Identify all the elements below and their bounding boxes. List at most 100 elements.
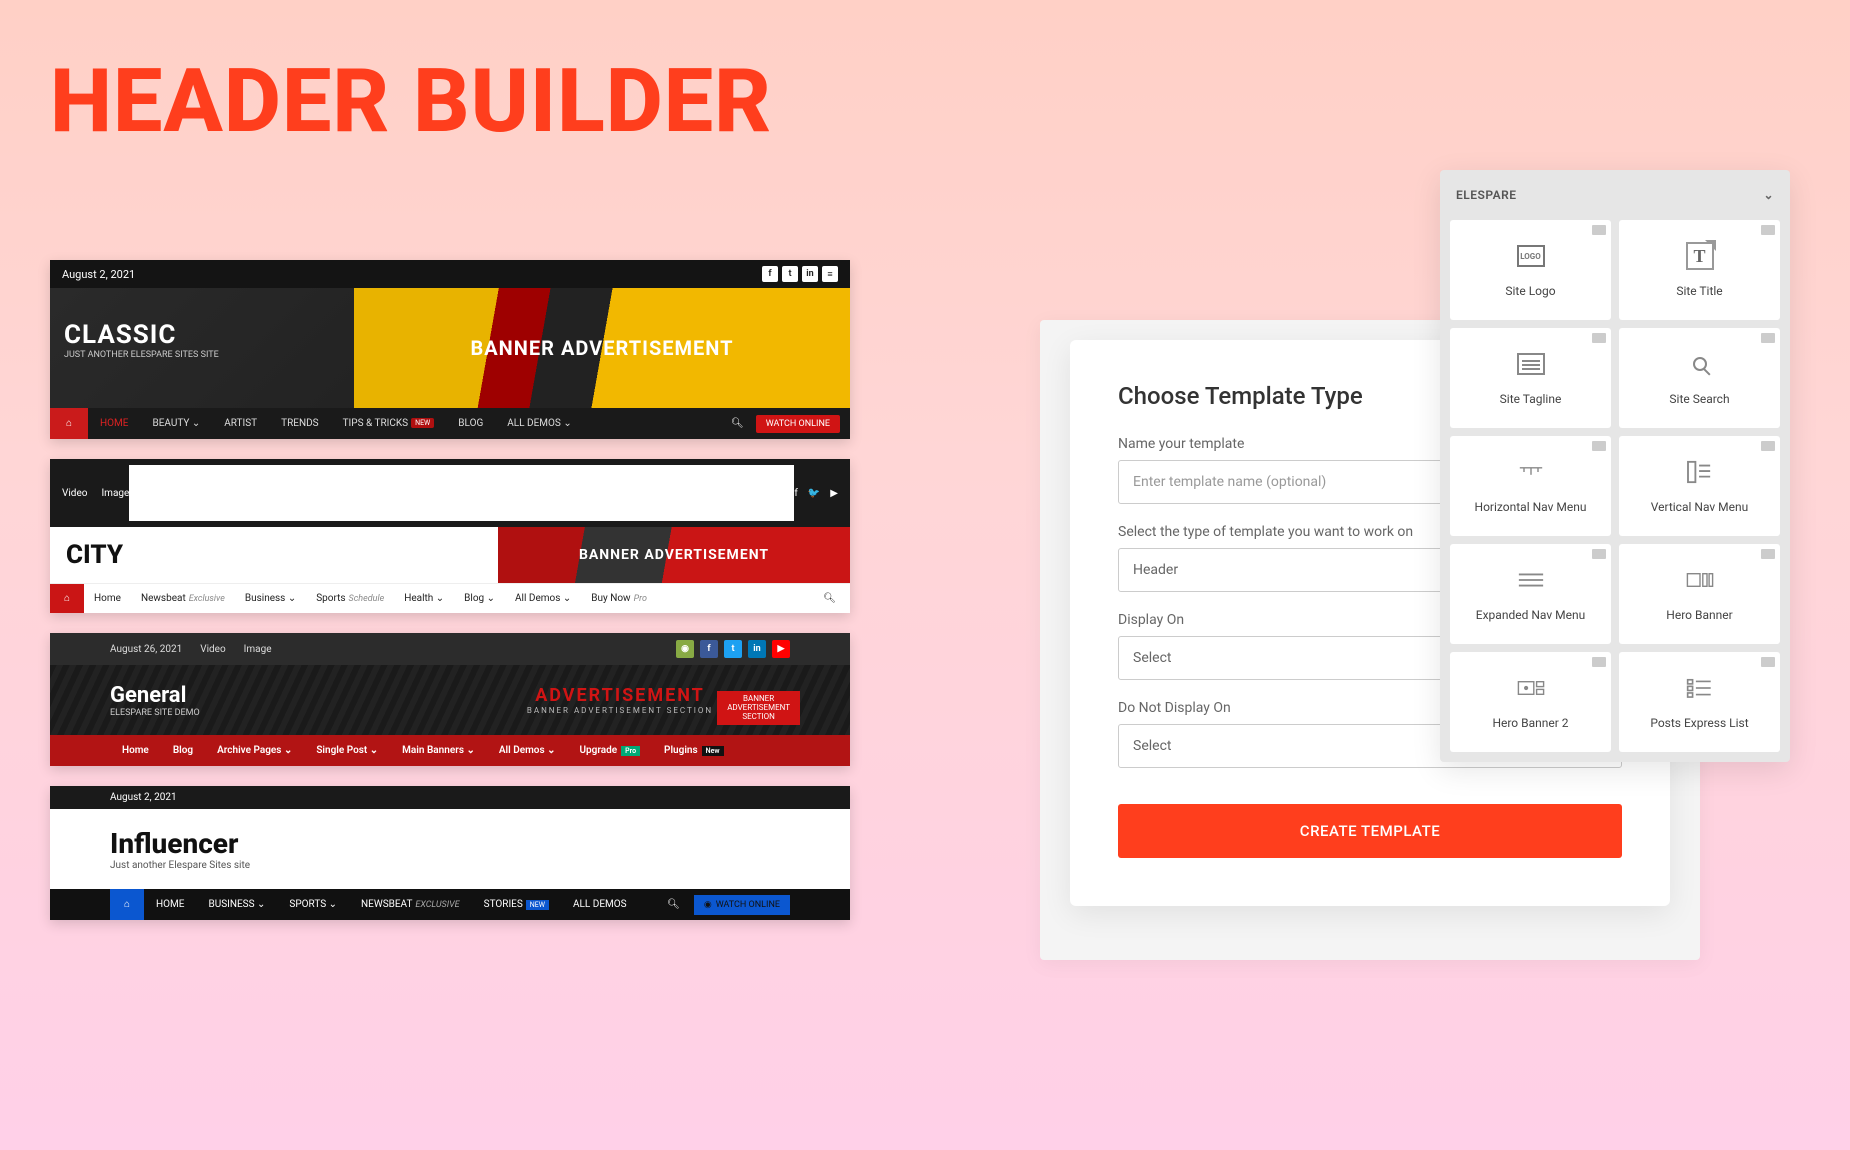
search-icon[interactable]: 🔍︎ xyxy=(719,418,756,429)
nav-business[interactable]: Business ⌄ xyxy=(235,584,306,613)
nav-newsbeat[interactable]: NewsbeatExclusive xyxy=(131,584,235,613)
classic-advertisement-banner[interactable]: BANNER ADVERTISEMENT xyxy=(354,288,850,408)
youtube-icon[interactable]: ▶ xyxy=(772,640,790,658)
city-tab-image[interactable]: Image xyxy=(101,488,129,499)
logo-icon: LOGO xyxy=(1517,245,1545,267)
nav-home[interactable]: Home xyxy=(84,584,131,613)
widget-label: Posts Express List xyxy=(1650,716,1748,730)
expanded-nav-icon xyxy=(1517,566,1545,594)
search-icon[interactable]: 🔍︎ xyxy=(809,593,850,604)
nav-trends[interactable]: TRENDS xyxy=(269,408,330,439)
nav-stories[interactable]: STORIESNEW xyxy=(472,889,561,920)
twitter-icon[interactable]: t xyxy=(782,266,798,282)
classic-hero: CLASSIC JUST ANOTHER ELESPARE SITES SITE… xyxy=(50,288,850,408)
widget-horizontal-nav[interactable]: Horizontal Nav Menu xyxy=(1450,436,1611,536)
nav-plugins[interactable]: PluginsNew xyxy=(652,745,736,756)
widget-label: Site Tagline xyxy=(1500,392,1562,406)
watch-online-button[interactable]: ◉ WATCH ONLINE xyxy=(694,895,790,915)
posts-list-icon xyxy=(1686,674,1714,702)
widget-badge-icon xyxy=(1761,657,1775,667)
widget-site-tagline[interactable]: Site Tagline xyxy=(1450,328,1611,428)
nav-blog[interactable]: Blog ⌄ xyxy=(454,584,505,613)
tagline-icon xyxy=(1517,353,1545,375)
twitter-icon[interactable]: t xyxy=(724,640,742,658)
widget-hero-banner[interactable]: Hero Banner xyxy=(1619,544,1780,644)
home-icon[interactable]: ⌂ xyxy=(50,408,88,439)
widget-badge-icon xyxy=(1592,441,1606,451)
widget-expanded-nav[interactable]: Expanded Nav Menu xyxy=(1450,544,1611,644)
general-tab-video[interactable]: Video xyxy=(200,644,225,655)
linkedin-icon[interactable]: in xyxy=(802,266,818,282)
widget-site-title[interactable]: T Site Title xyxy=(1619,220,1780,320)
nav-tips[interactable]: TIPS & TRICKSNEW xyxy=(331,408,447,439)
nav-beauty[interactable]: BEAUTY ⌄ xyxy=(140,408,212,439)
general-nav: Home Blog Archive Pages ⌄ Single Post ⌄ … xyxy=(50,735,850,766)
influencer-nav: ⌂ HOME BUSINESS ⌄ SPORTS ⌄ NEWSBEATEXCLU… xyxy=(50,889,850,920)
instagram-icon[interactable]: ◉ xyxy=(676,640,694,658)
widget-label: Horizontal Nav Menu xyxy=(1475,500,1587,514)
not-display-value: Select xyxy=(1133,738,1171,754)
city-adv-text: BANNER ADVERTISEMENT xyxy=(579,547,769,563)
widget-group-title: ELESPARE xyxy=(1456,188,1517,202)
general-tab-image[interactable]: Image xyxy=(244,644,272,655)
facebook-icon[interactable]: f xyxy=(700,640,718,658)
classic-site-name: CLASSIC xyxy=(64,320,219,350)
nav-home[interactable]: Home xyxy=(110,745,161,756)
classic-tagline: JUST ANOTHER ELESPARE SITES SITE xyxy=(64,350,219,360)
city-nav: ⌂ Home NewsbeatExclusive Business ⌄ Spor… xyxy=(50,583,850,613)
nav-demos[interactable]: All Demos ⌄ xyxy=(505,584,581,613)
preview-influencer: August 2, 2021 Influencer Just another E… xyxy=(50,786,850,920)
city-tab-video[interactable]: Video xyxy=(62,488,87,499)
general-topbar: August 26, 2021 Video Image ◉ f t in ▶ xyxy=(50,633,850,665)
widget-badge-icon xyxy=(1592,657,1606,667)
nav-business[interactable]: BUSINESS ⌄ xyxy=(196,889,277,920)
facebook-icon[interactable]: f xyxy=(762,266,778,282)
nav-banners[interactable]: Main Banners ⌄ xyxy=(390,745,487,756)
twitter-icon[interactable]: 🐦 xyxy=(808,488,820,499)
nav-buynow[interactable]: Buy NowPro xyxy=(581,584,657,613)
widget-badge-icon xyxy=(1761,333,1775,343)
influencer-mid: Influencer Just another Elespare Sites s… xyxy=(50,809,850,889)
nav-health[interactable]: Health ⌄ xyxy=(394,584,454,613)
nav-home[interactable]: HOME xyxy=(88,408,140,439)
nav-blog[interactable]: BLOG xyxy=(446,408,495,439)
general-site-name: General xyxy=(110,683,200,708)
nav-artist[interactable]: ARTIST xyxy=(212,408,269,439)
widget-posts-express[interactable]: Posts Express List xyxy=(1619,652,1780,752)
watch-online-button[interactable]: WATCH ONLINE xyxy=(756,415,840,433)
preview-classic: August 2, 2021 f t in ≡ CLASSIC JUST ANO… xyxy=(50,260,850,439)
general-advertisement-banner[interactable]: ADVERTISEMENT BANNER ADVERTISEMENT SECTI… xyxy=(450,685,790,715)
nav-sports[interactable]: SPORTS ⌄ xyxy=(277,889,349,920)
nav-sports[interactable]: SportsSchedule xyxy=(306,584,394,613)
more-icon[interactable]: ≡ xyxy=(822,266,838,282)
home-icon[interactable]: ⌂ xyxy=(50,584,84,613)
widget-badge-icon xyxy=(1592,333,1606,343)
nav-home[interactable]: HOME xyxy=(144,889,196,920)
linkedin-icon[interactable]: in xyxy=(748,640,766,658)
city-topbar: Video Image August 2, 2021 f 🐦 ▶ xyxy=(50,459,850,527)
widget-group-header[interactable]: ELESPARE ⌄ xyxy=(1440,170,1790,220)
nav-single[interactable]: Single Post ⌄ xyxy=(304,745,390,756)
classic-socials: f t in ≡ xyxy=(762,266,838,282)
widget-hero-banner-2[interactable]: Hero Banner 2 xyxy=(1450,652,1611,752)
home-icon[interactable]: ⌂ xyxy=(110,889,144,920)
preview-general: August 26, 2021 Video Image ◉ f t in ▶ G… xyxy=(50,633,850,766)
create-template-button[interactable]: CREATE TEMPLATE xyxy=(1118,804,1622,858)
adv-tag: BANNER ADVERTISEMENT SECTION xyxy=(717,691,800,725)
city-advertisement-banner[interactable]: BANNER ADVERTISEMENT xyxy=(498,527,850,583)
nav-upgrade[interactable]: UpgradePro xyxy=(567,745,652,756)
classic-topbar: August 2, 2021 f t in ≡ xyxy=(50,260,850,288)
nav-blog[interactable]: Blog xyxy=(161,745,205,756)
nav-demos[interactable]: ALL DEMOS xyxy=(561,889,639,920)
facebook-icon[interactable]: f xyxy=(794,488,797,499)
nav-demos[interactable]: ALL DEMOS ⌄ xyxy=(495,408,583,439)
youtube-icon[interactable]: ▶ xyxy=(830,488,838,499)
widget-badge-icon xyxy=(1761,549,1775,559)
nav-demos[interactable]: All Demos ⌄ xyxy=(487,745,568,756)
widget-vertical-nav[interactable]: Vertical Nav Menu xyxy=(1619,436,1780,536)
search-icon[interactable]: 🔍︎ xyxy=(653,899,694,910)
widget-site-logo[interactable]: LOGO Site Logo xyxy=(1450,220,1611,320)
widget-site-search[interactable]: Site Search xyxy=(1619,328,1780,428)
nav-newsbeat[interactable]: NEWSBEATEXCLUSIVE xyxy=(349,889,472,920)
nav-archive[interactable]: Archive Pages ⌄ xyxy=(205,745,304,756)
